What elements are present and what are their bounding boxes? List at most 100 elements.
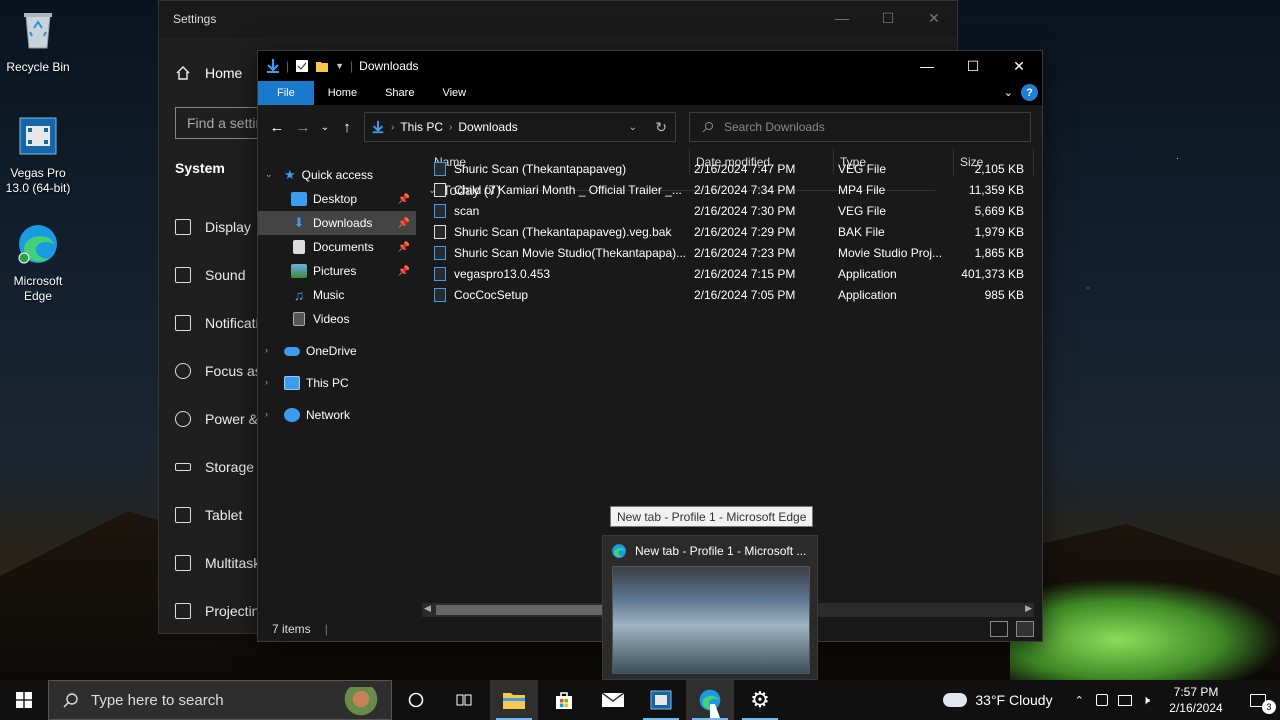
file-row[interactable]: Child of Kamiari Month _ Official Traile… [434,180,1034,201]
minimize-icon[interactable]: — [904,51,950,81]
address-bar[interactable]: › This PC › Downloads ⌄ ↻ [364,112,676,142]
settings-home[interactable]: Home [175,65,242,81]
start-button[interactable] [0,680,48,720]
close-icon[interactable]: ✕ [996,51,1042,81]
nav-downloads[interactable]: ⬇ Downloads 📌 [258,211,416,235]
folder-icon [503,693,525,709]
pin-icon[interactable]: 📌 [398,266,410,277]
properties-icon[interactable] [295,59,309,73]
weather-cloud-icon[interactable] [943,693,968,707]
nav-network[interactable]: Network [258,403,416,427]
file-row[interactable]: Shuric Scan Movie Studio(Thekantapapa)..… [434,243,1034,264]
tab-home[interactable]: Home [314,81,371,105]
videos-icon [293,312,305,326]
file-date: 2/16/2024 7:23 PM [694,246,796,260]
tab-file[interactable]: File [258,81,314,105]
taskbar-settings[interactable]: ⚙ [736,680,784,720]
taskbar-store[interactable] [540,680,588,720]
nav-music[interactable]: ♫ Music [258,283,416,307]
show-hidden-icons-icon[interactable]: ⌃ [1075,694,1084,707]
forward-icon[interactable]: → [290,112,316,142]
nav-desktop[interactable]: Desktop 📌 [258,187,416,211]
refresh-icon[interactable]: ↻ [655,119,667,136]
network-icon[interactable] [1117,694,1132,706]
cortana-button[interactable] [392,680,440,720]
file-row[interactable]: CocCocSetup 2/16/2024 7:05 PM Application 9… [434,285,1034,306]
recent-locations-icon[interactable]: ⌄ [316,112,334,142]
new-folder-icon[interactable] [315,59,329,73]
pin-icon[interactable]: 📌 [398,242,410,253]
scroll-left-icon[interactable]: ◀ [424,603,431,614]
nav-pictures[interactable]: Pictures 📌 [258,259,416,283]
minimize-icon[interactable]: — [819,1,865,35]
wallpaper-tent-glow [1010,580,1280,680]
taskbar-vegas-pro[interactable] [637,680,685,720]
file-name: CocCocSetup [454,288,529,302]
tab-share[interactable]: Share [371,81,428,105]
qat-dropdown-icon[interactable]: ▼ [335,61,344,71]
settings-nav-sound[interactable]: Sound [175,267,245,283]
desktop-icon-microsoft-edge[interactable]: Microsoft Edge [0,222,76,304]
volume-muted-icon[interactable]: 🕨 [1142,692,1150,708]
breadcrumb-downloads[interactable]: Downloads [458,120,517,134]
breadcrumb-chevron-icon: › [449,121,453,133]
details-view-icon[interactable] [990,621,1008,637]
settings-nav-storage[interactable]: Storage [175,459,254,475]
notification-icon [175,315,191,331]
projecting-icon [175,603,191,619]
back-icon[interactable]: ← [264,112,290,142]
file-icon [434,267,446,281]
find-setting-input[interactable]: Find a setting [175,107,265,139]
maximize-icon[interactable]: ☐ [865,1,911,35]
task-view-button[interactable] [440,680,488,720]
close-icon[interactable]: ✕ [911,1,957,35]
taskbar-search-input[interactable]: Type here to search [48,680,392,720]
nav-videos[interactable]: Videos [258,307,416,331]
edge-thumbnail-preview[interactable]: New tab - Profile 1 - Microsoft ... [602,535,818,680]
desktop-icon-vegas-pro[interactable]: Vegas Pro 13.0 (64-bit) [0,114,76,196]
storage-icon [175,463,191,471]
meet-now-icon[interactable] [1095,694,1108,706]
file-name: Shuric Scan (Thekantapapaveg) [454,162,627,176]
edge-icon [612,544,626,558]
taskbar-edge[interactable] [686,680,734,720]
file-row[interactable]: vegaspro13.0.453 2/16/2024 7:15 PM Applica… [434,264,1034,285]
pin-icon[interactable]: 📌 [398,218,410,229]
pin-icon[interactable]: 📌 [398,194,410,205]
address-dropdown-icon[interactable]: ⌄ [629,122,637,133]
large-icons-view-icon[interactable] [1016,621,1034,637]
settings-nav-tablet[interactable]: Tablet [175,507,242,523]
up-icon[interactable]: ↑ [334,112,360,142]
weather-widget[interactable]: 33°F Cloudy [975,692,1052,708]
action-center-button[interactable]: 3 [1236,680,1280,720]
file-row[interactable]: Shuric Scan (Thekantapapaveg) 2/16/2024 7… [434,159,1034,180]
clock[interactable]: 7:57 PM 2/16/2024 [1156,684,1236,716]
settings-nav-display[interactable]: Display [175,219,251,235]
file-type: Movie Studio Proj... [838,246,943,260]
expand-ribbon-icon[interactable]: ⌄ [1004,86,1013,99]
nav-documents[interactable]: Documents 📌 [258,235,416,259]
scroll-right-icon[interactable]: ▶ [1025,603,1032,614]
breadcrumb-this-pc[interactable]: This PC [400,120,443,134]
breadcrumb-chevron-icon: › [391,121,395,133]
help-icon[interactable]: ? [1021,84,1038,101]
scrollbar-thumb[interactable] [436,605,612,615]
search-downloads-input[interactable]: Search Downloads [689,112,1031,142]
file-row[interactable]: scan 2/16/2024 7:30 PM VEG File 5,669 KB [434,201,1034,222]
file-row[interactable]: Shuric Scan (Thekantapapaveg).veg.bak 2/1… [434,222,1034,243]
explorer-titlebar[interactable]: | ▼ | Downloads — ☐ ✕ [258,51,1042,81]
file-name: vegaspro13.0.453 [454,267,551,281]
file-size: 11,359 KB [968,183,1024,197]
download-arrow-icon [372,120,384,134]
taskbar-mail[interactable] [589,680,637,720]
tab-view[interactable]: View [428,81,480,105]
cortana-icon [408,692,424,708]
nav-this-pc[interactable]: This PC [258,371,416,395]
file-size: 1,865 KB [974,246,1024,260]
nav-quick-access[interactable]: ★ Quick access [258,163,416,187]
taskbar-file-explorer[interactable] [490,680,538,720]
moon-icon [175,363,191,379]
desktop-icon-recycle-bin[interactable]: Recycle Bin [0,8,76,75]
maximize-icon[interactable]: ☐ [950,51,996,81]
nav-onedrive[interactable]: OneDrive [258,339,416,363]
